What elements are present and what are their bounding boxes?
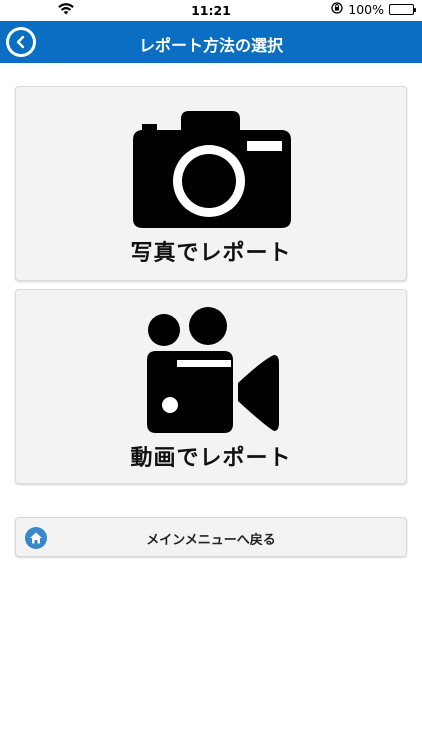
video-report-button[interactable]: 動画でレポート <box>15 289 407 484</box>
navigation-bar: レポート方法の選択 <box>0 21 422 63</box>
video-report-label: 動画でレポート <box>130 446 292 471</box>
main-menu-button[interactable]: メインメニューへ戻る <box>15 517 407 557</box>
page-title: レポート方法の選択 <box>138 36 283 55</box>
battery-percent: 100% <box>348 2 384 17</box>
main-menu-label: メインメニューへ戻る <box>146 533 276 548</box>
status-bar: 11:21 100% <box>0 0 422 21</box>
photo-report-button[interactable]: 写真でレポート <box>15 86 407 281</box>
camera-icon <box>133 111 291 228</box>
photo-report-label: 写真でレポート <box>130 241 292 266</box>
battery-icon <box>389 4 416 15</box>
video-camera-icon <box>147 307 279 433</box>
orientation-lock-icon <box>331 2 343 17</box>
